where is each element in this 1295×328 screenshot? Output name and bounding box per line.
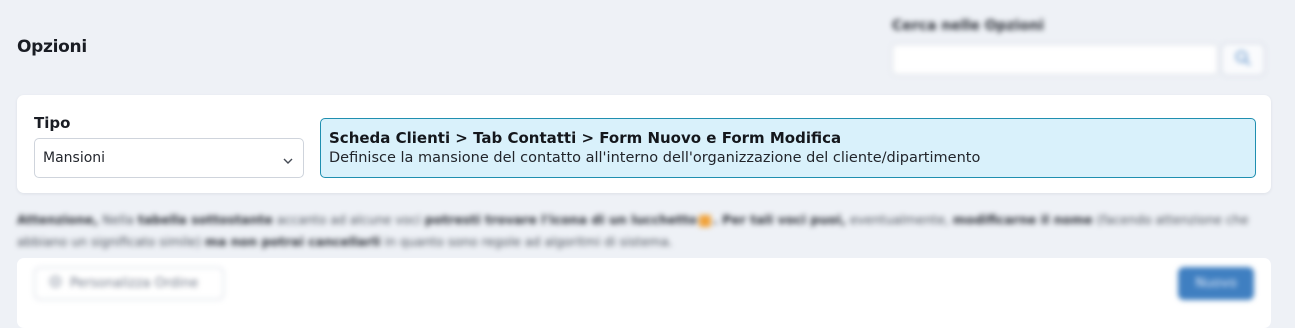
page-title: Opzioni (17, 37, 87, 57)
notice-emphasis: modificarne il nome (952, 212, 1093, 227)
search-icon (1235, 50, 1251, 70)
list-toolbar: Personalizza Ordine Nuovo (17, 258, 1271, 328)
notice-text: accanto ad alcune voci (272, 212, 425, 227)
type-select-value: Mansioni (43, 150, 106, 166)
type-card: Tipo Mansioni Scheda Clienti > Tab Conta… (17, 95, 1271, 193)
new-button[interactable]: Nuovo (1178, 267, 1254, 300)
type-info-description: Definisce la mansione del contatto all'i… (329, 150, 981, 166)
search-input[interactable] (892, 44, 1218, 75)
notice-emphasis: . Per tali voci puoi, (713, 212, 846, 227)
notice-emphasis: ma non potrai cancellarli (204, 234, 381, 249)
notice-text: Nella (98, 212, 138, 227)
notice-emphasis: potresti trovare l'icona di un lucchetto (424, 212, 698, 227)
chevron-down-icon (282, 152, 294, 171)
custom-order-label: Personalizza Ordine (70, 276, 199, 291)
type-info-title: Scheda Clienti > Tab Contatti > Form Nuo… (329, 129, 842, 147)
settings-icon (49, 275, 62, 292)
notice-text: in quanto sono regole ad algoritmi di si… (380, 234, 673, 249)
search-button[interactable] (1221, 43, 1265, 76)
notice-text: eventualmente, (845, 212, 953, 227)
search-label: Cerca nelle Opzioni (892, 18, 1044, 34)
notice-emphasis: tabella sottostante (137, 212, 273, 227)
custom-order-button[interactable]: Personalizza Ordine (34, 267, 224, 300)
type-info-box: Scheda Clienti > Tab Contatti > Form Nuo… (320, 118, 1256, 178)
type-label: Tipo (34, 114, 71, 132)
search-row (892, 43, 1272, 76)
list-card: Personalizza Ordine Nuovo (17, 258, 1271, 328)
lock-icon (699, 214, 712, 227)
attention-notice: Attenzione, Nella tabella sottostante ac… (17, 209, 1257, 253)
search-panel: Cerca nelle Opzioni (892, 18, 1272, 76)
type-select[interactable]: Mansioni (34, 138, 304, 178)
notice-attention: Attenzione, (17, 212, 99, 227)
